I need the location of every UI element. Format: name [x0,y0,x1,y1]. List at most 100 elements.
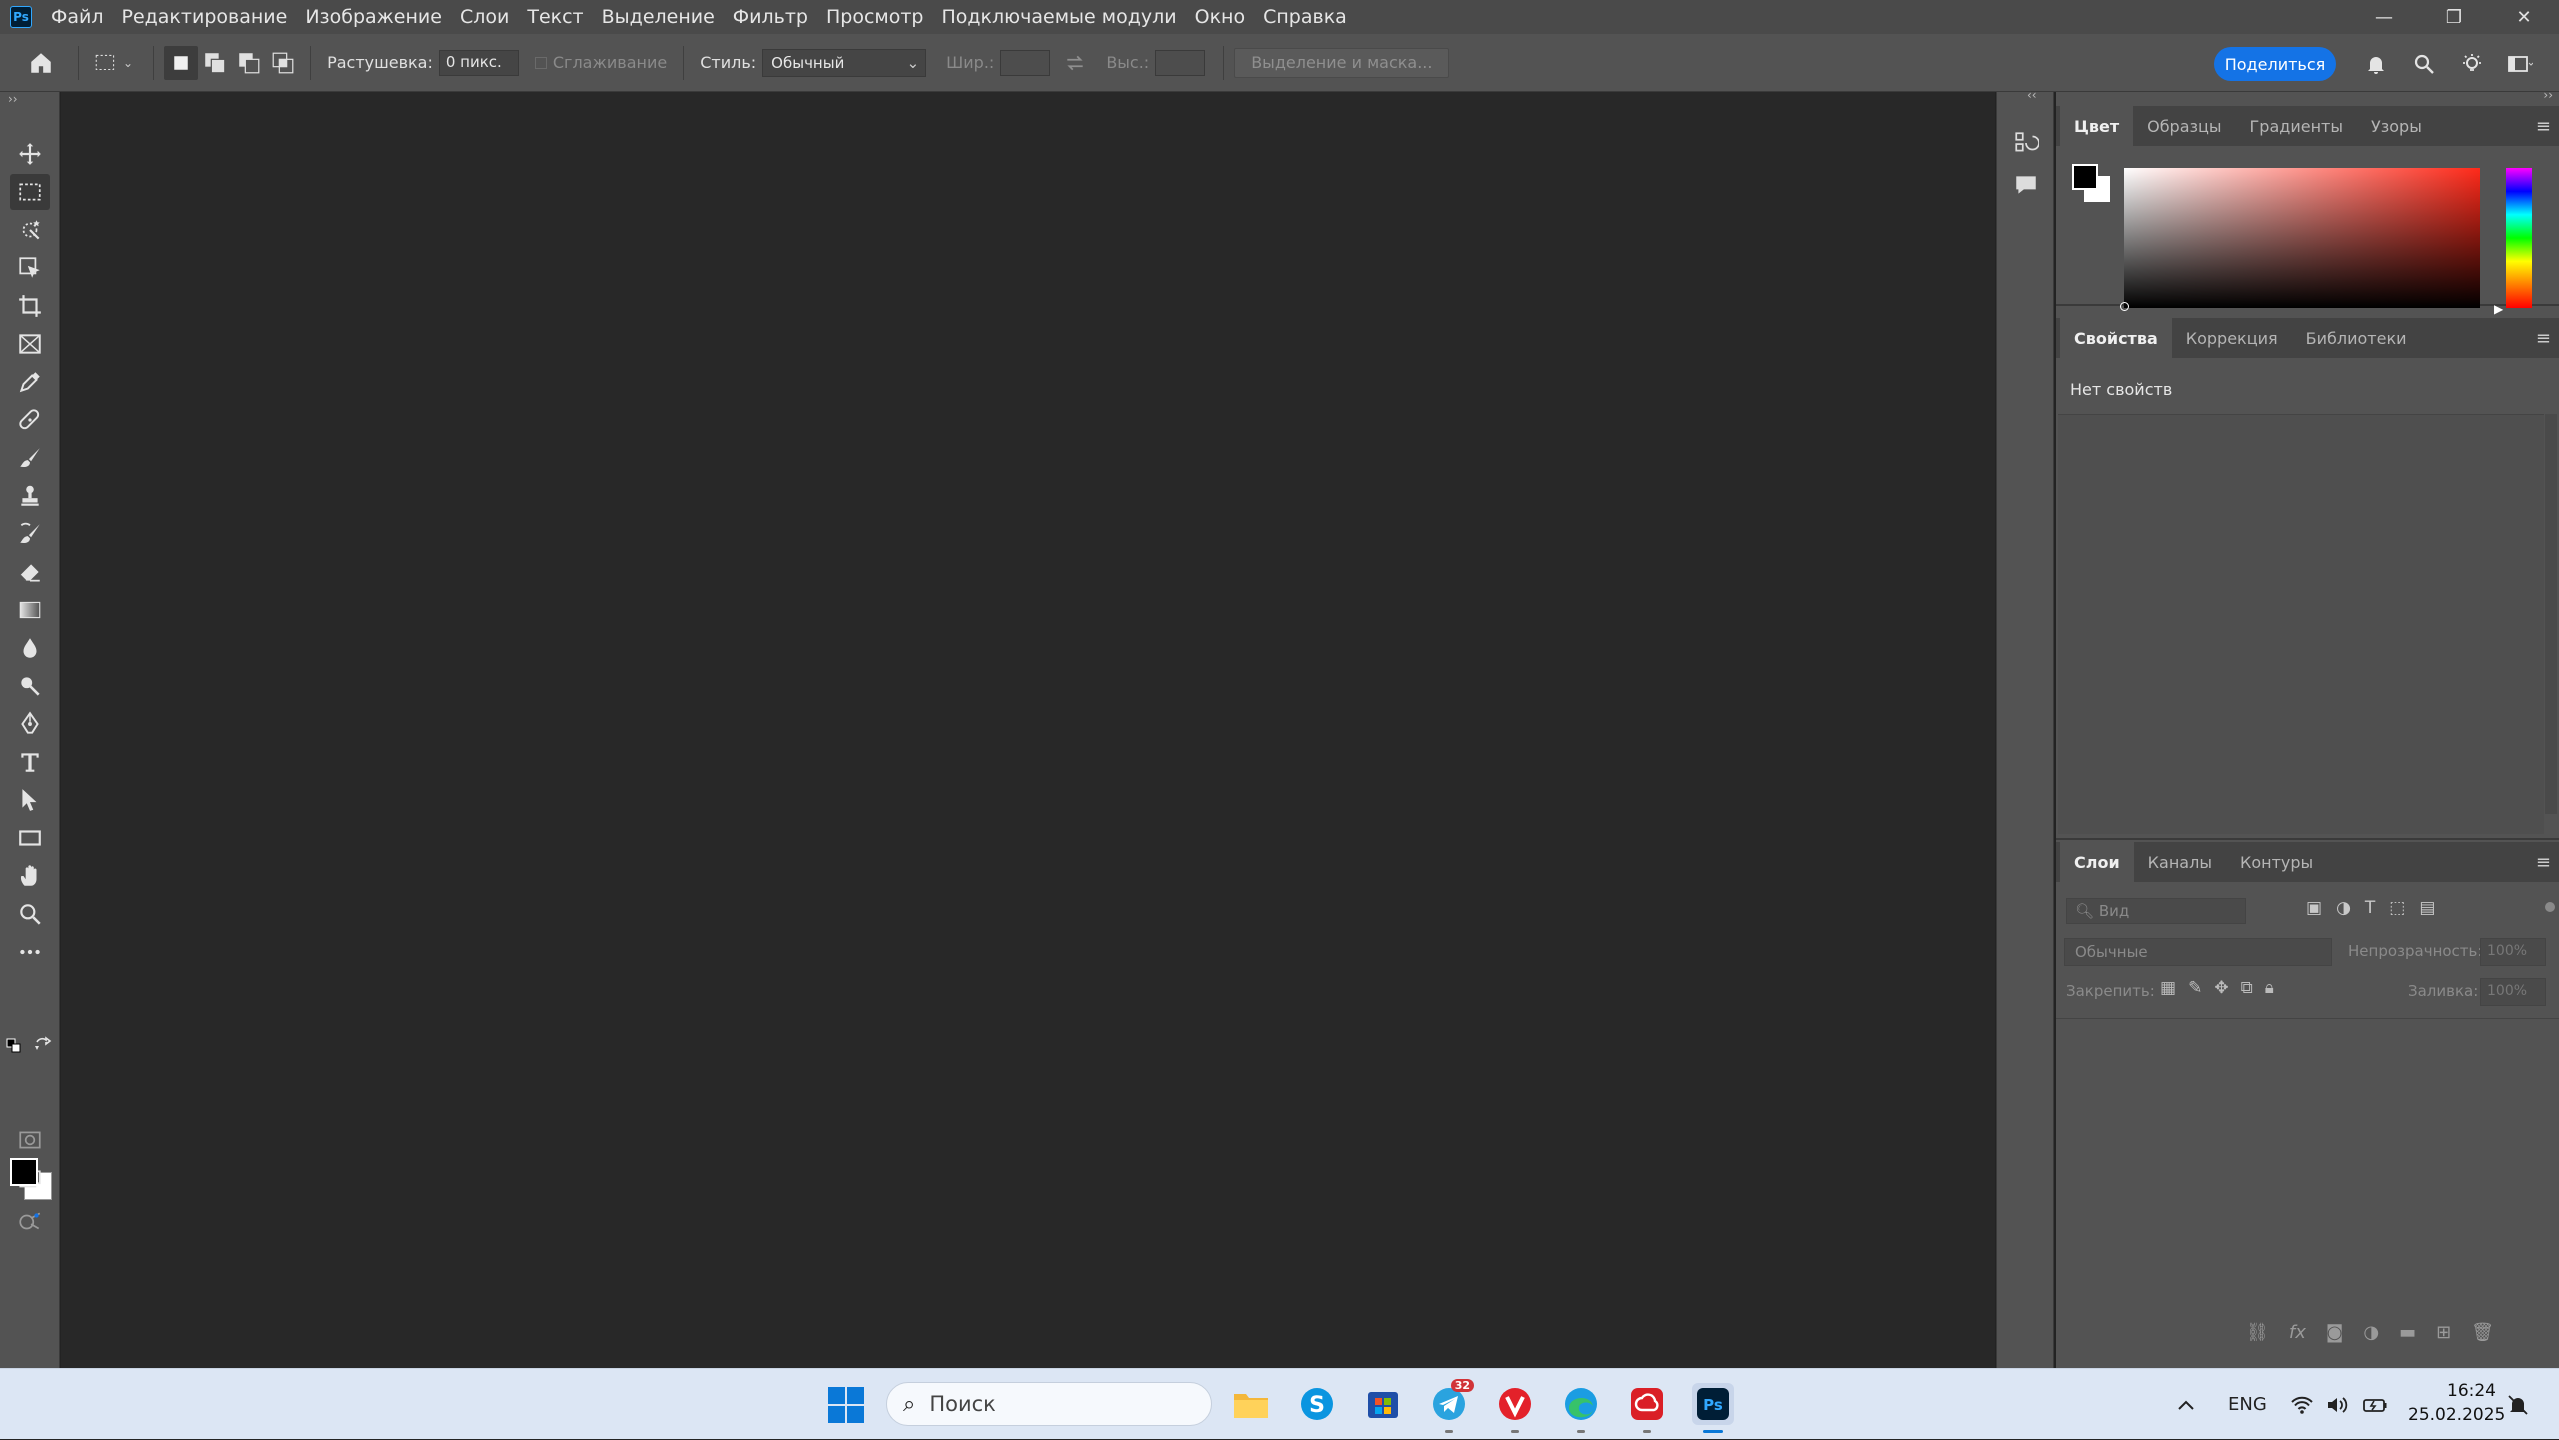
width-input[interactable] [1000,49,1051,76]
feather-input[interactable]: 0 пикс. [438,49,519,76]
smart-object-filter-icon[interactable]: ▤ [2419,898,2435,918]
adjustment-layer-filter-icon[interactable]: ◑ [2336,898,2351,918]
add-to-selection-icon[interactable] [198,46,232,80]
skype-icon[interactable]: S [1296,1383,1338,1425]
filter-toggle-icon[interactable] [2545,902,2555,912]
tab-swatches[interactable]: Образцы [2133,106,2235,146]
tab-libraries[interactable]: Библиотеки [2292,318,2421,358]
menu-text[interactable]: Текст [518,6,592,28]
blur-tool-icon[interactable] [10,630,50,666]
frame-select-tool-icon[interactable] [10,250,50,286]
language-indicator[interactable]: ENG [2228,1369,2267,1440]
taskbar-search[interactable]: ⌕ Поиск [886,1382,1212,1426]
type-tool-icon[interactable] [10,744,50,780]
tab-gradients[interactable]: Градиенты [2236,106,2357,146]
tab-paths[interactable]: Контуры [2226,842,2327,882]
eyedropper-tool-icon[interactable] [10,364,50,400]
layer-filter-search[interactable]: 🔍︎ Вид [2066,898,2246,924]
color-panel-foreground-swatch[interactable] [2072,164,2098,190]
system-tray-icons[interactable] [2290,1369,2388,1440]
close-button[interactable]: ✕ [2489,0,2559,34]
windows-start-icon[interactable] [828,1387,864,1423]
healing-brush-tool-icon[interactable] [10,402,50,438]
style-select[interactable]: Обычный ⌄ [762,48,927,77]
lock-transparency-icon[interactable]: ▦ [2160,978,2176,998]
bell-icon[interactable] [2356,44,2396,84]
taskbar-clock[interactable]: 16:24 25.02.2025 [2408,1379,2505,1427]
history-panel-icon[interactable] [1997,122,2055,164]
antialias-checkbox[interactable] [534,56,547,69]
chevron-down-icon[interactable]: ⌄ [123,56,133,70]
tab-layers[interactable]: Слои [2060,842,2134,882]
menu-help[interactable]: Справка [1254,6,1356,28]
search-icon[interactable] [2404,44,2444,84]
select-and-mask-button[interactable]: Выделение и маска... [1234,47,1450,78]
dock-collapse-icon[interactable]: ‹‹ [2027,88,2037,102]
menu-plugins[interactable]: Подключаемые модули [933,6,1186,28]
history-brush-tool-icon[interactable] [10,516,50,552]
intersect-selection-icon[interactable] [266,46,300,80]
link-layers-icon[interactable]: ⛓ [2246,1322,2269,1343]
new-selection-icon[interactable] [164,45,199,80]
clone-stamp-tool-icon[interactable] [10,478,50,514]
opacity-input[interactable]: 100% [2480,938,2546,966]
blend-mode-select[interactable]: Обычные [2064,938,2332,966]
minimize-button[interactable]: — [2349,0,2419,34]
pen-tool-icon[interactable] [10,706,50,742]
pixel-layer-filter-icon[interactable]: ▣ [2306,898,2322,918]
marquee-preset-icon[interactable] [89,46,123,80]
properties-scrollbar[interactable] [2545,414,2557,814]
swap-colors-icon[interactable] [34,1036,52,1054]
new-group-icon[interactable]: ▬ [2399,1322,2416,1343]
panel-menu-icon[interactable]: ≡ [2536,328,2551,349]
height-input[interactable] [1155,49,1206,76]
lock-all-icon[interactable]: 🔒︎ [2265,978,2274,998]
hue-slider[interactable] [2506,168,2532,308]
menu-file[interactable]: Файл [42,6,113,28]
photoshop-taskbar-icon[interactable]: Ps [1692,1383,1734,1433]
fill-input[interactable]: 100% [2480,978,2546,1006]
more-tools-icon[interactable] [10,934,50,970]
toolbar-collapse-icon[interactable]: ›› [0,92,59,114]
crop-tool-icon[interactable] [10,288,50,324]
brush-tool-icon[interactable] [10,440,50,476]
color-picker-field[interactable] [2124,168,2480,308]
subtract-from-selection-icon[interactable] [232,46,266,80]
menu-select[interactable]: Выделение [593,6,724,28]
zoom-tool-icon[interactable] [10,896,50,932]
new-layer-icon[interactable]: ⊞ [2436,1322,2451,1343]
quick-mask-icon[interactable] [10,1122,50,1158]
lock-pixels-icon[interactable]: ✎ [2188,978,2202,998]
vivaldi-icon[interactable] [1494,1383,1536,1433]
panel-menu-icon[interactable]: ≡ [2536,852,2551,873]
menu-layers[interactable]: Слои [451,6,518,28]
tab-properties[interactable]: Свойства [2060,318,2172,358]
tab-channels[interactable]: Каналы [2134,842,2226,882]
panels-collapse-icon[interactable]: ›› [2543,88,2553,102]
panel-menu-icon[interactable]: ≡ [2536,116,2551,137]
comments-panel-icon[interactable] [1997,164,2055,206]
foreground-color-swatch[interactable] [10,1158,38,1186]
lock-artboard-icon[interactable]: ⧉ [2241,978,2253,998]
lock-position-icon[interactable]: ✥ [2214,978,2228,998]
gradient-tool-icon[interactable] [10,592,50,628]
lightbulb-icon[interactable] [2452,44,2492,84]
edit-in-quick-mask-icon[interactable] [10,1204,50,1240]
home-icon[interactable] [24,46,58,80]
menu-filter[interactable]: Фильтр [724,6,817,28]
menu-image[interactable]: Изображение [296,6,451,28]
document-canvas-area[interactable] [61,92,1995,1368]
microsoft-store-icon[interactable] [1362,1383,1404,1425]
menu-edit[interactable]: Редактирование [113,6,297,28]
delete-layer-icon[interactable]: 🗑︎ [2471,1322,2494,1343]
add-mask-icon[interactable]: ◙ [2326,1322,2343,1343]
swap-width-height-icon[interactable] [1058,46,1092,80]
tab-adjustments[interactable]: Коррекция [2172,318,2292,358]
shape-layer-filter-icon[interactable]: ⬚ [2389,898,2405,918]
notifications-icon[interactable] [2506,1369,2530,1440]
default-colors-icon[interactable] [6,1038,22,1054]
workspace-icon[interactable] [2500,44,2540,84]
rectangular-marquee-tool-icon[interactable] [10,174,50,210]
new-adjustment-layer-icon[interactable]: ◑ [2363,1322,2379,1343]
type-layer-filter-icon[interactable]: T [2365,898,2375,918]
